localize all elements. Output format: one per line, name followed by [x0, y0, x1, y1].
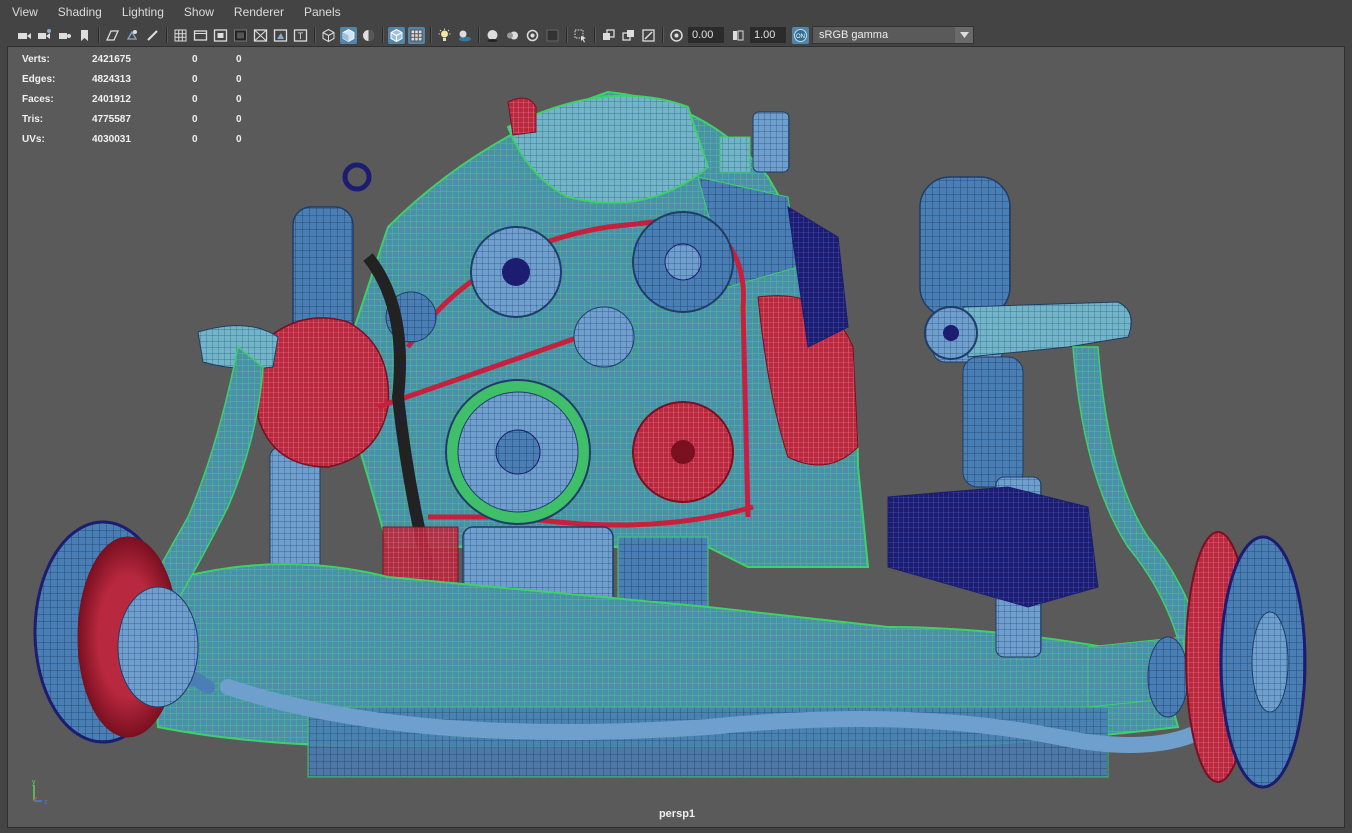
hud-value: 2401912 — [92, 93, 131, 105]
axis-z-label: z — [44, 799, 48, 806]
color-management-icon[interactable]: ON — [792, 26, 809, 44]
motion-blur-icon[interactable] — [504, 27, 521, 44]
toolbar-separator — [382, 27, 384, 43]
xray-icon[interactable] — [408, 26, 425, 44]
wireframe-on-shaded-icon[interactable] — [388, 26, 405, 44]
hud-row-uvs: UVs: 4030031 0 0 — [22, 129, 276, 149]
film-gate-icon[interactable] — [192, 27, 209, 44]
menu-panels[interactable]: Panels — [296, 0, 349, 24]
anti-aliasing-icon[interactable] — [524, 27, 541, 44]
hud-label: Verts: — [22, 53, 50, 65]
camera-bookmark-icon[interactable] — [56, 27, 73, 44]
depth-of-field-icon[interactable] — [544, 27, 561, 44]
persp-viewport[interactable]: Verts: 2421675 0 0 Edges: 4824313 0 0 Fa… — [7, 46, 1345, 828]
hud-row-edges: Edges: 4824313 0 0 — [22, 69, 276, 89]
hud-label: UVs: — [22, 133, 45, 145]
axis-y-label: y — [32, 779, 36, 786]
toolbar-separator — [478, 27, 480, 43]
svg-text:ON: ON — [796, 34, 805, 40]
camera-attributes-icon[interactable] — [36, 27, 53, 44]
hud-value: 4775587 — [92, 113, 131, 125]
safe-action-icon[interactable] — [272, 27, 289, 44]
menu-lighting[interactable]: Lighting — [114, 0, 172, 24]
ambient-occlusion-icon[interactable] — [484, 27, 501, 44]
isolate-select-icon[interactable] — [572, 27, 589, 44]
hud-value-selected: 0 — [192, 93, 198, 105]
lights-icon[interactable] — [436, 27, 453, 44]
hud-value: 2421675 — [92, 53, 131, 65]
gamma-icon[interactable] — [730, 27, 747, 44]
resolution-gate-icon[interactable] — [212, 27, 229, 44]
chevron-down-icon[interactable] — [955, 27, 973, 43]
gearbox — [887, 486, 1099, 608]
color-space-value: sRGB gamma — [819, 29, 889, 41]
toolbar-separator — [98, 27, 100, 43]
hud-value-selected-shown: 0 — [236, 73, 242, 85]
smooth-shade-icon[interactable] — [340, 26, 357, 44]
svg-text:T: T — [298, 31, 304, 41]
xray-active-icon[interactable] — [620, 27, 637, 44]
hud-value-selected-shown: 0 — [236, 133, 242, 145]
menu-view[interactable]: View — [4, 0, 46, 24]
maya-window: View Shading Lighting Show Renderer Pane… — [0, 0, 1352, 833]
safe-title-icon[interactable]: T — [292, 27, 309, 44]
grease-pencil-icon[interactable] — [144, 27, 161, 44]
panel-menubar: View Shading Lighting Show Renderer Pane… — [0, 0, 1352, 24]
hud-row-tris: Tris: 4775587 0 0 — [22, 109, 276, 129]
toolbar-separator — [594, 27, 596, 43]
hud-value-selected-shown: 0 — [236, 53, 242, 65]
field-chart-icon[interactable] — [252, 27, 269, 44]
toolbar-separator — [314, 27, 316, 43]
hud-row-faces: Faces: 2401912 0 0 — [22, 89, 276, 109]
shadows-icon[interactable] — [456, 27, 473, 44]
wireframe-icon[interactable] — [320, 27, 337, 44]
hud-label: Edges: — [22, 73, 56, 85]
hud-value: 4824313 — [92, 73, 131, 85]
toolbar-separator — [662, 27, 664, 43]
hud-value-selected: 0 — [192, 133, 198, 145]
hud-value-selected: 0 — [192, 73, 198, 85]
view-axis-icon: y z — [32, 779, 48, 806]
camera-icon[interactable] — [16, 27, 33, 44]
image-plane-icon[interactable] — [104, 27, 121, 44]
toolbar-separator — [430, 27, 432, 43]
panel-toolbar: T 0.00 1.00 ON sRGB gamma — [0, 24, 1352, 46]
hud-row-verts: Verts: 2421675 0 0 — [22, 49, 276, 69]
gate-mask-icon[interactable] — [232, 27, 249, 44]
menu-show[interactable]: Show — [176, 0, 222, 24]
hud-value-selected: 0 — [192, 53, 198, 65]
color-space-select[interactable]: sRGB gamma — [812, 26, 974, 44]
toolbar-separator — [566, 27, 568, 43]
toolbar-separator — [166, 27, 168, 43]
exposure-field[interactable]: 0.00 — [688, 27, 724, 43]
grid-icon[interactable] — [172, 27, 189, 44]
xray-joints-icon[interactable] — [600, 27, 617, 44]
right-brake-disc — [1185, 531, 1307, 789]
hud-label: Tris: — [22, 113, 44, 125]
hud-label: Faces: — [22, 93, 54, 105]
hud-value-selected-shown: 0 — [236, 113, 242, 125]
hud-value-selected-shown: 0 — [236, 93, 242, 105]
default-lighting-icon[interactable] — [360, 27, 377, 44]
engine-wireframe-scene — [33, 90, 1307, 789]
hud-value-selected: 0 — [192, 113, 198, 125]
menu-renderer[interactable]: Renderer — [226, 0, 292, 24]
backface-icon[interactable] — [640, 27, 657, 44]
2d-pan-zoom-icon[interactable] — [124, 27, 141, 44]
camera-name-label: persp1 — [658, 808, 696, 820]
hud-value: 4030031 — [92, 133, 131, 145]
gamma-field[interactable]: 1.00 — [750, 27, 786, 43]
poly-count-hud: Verts: 2421675 0 0 Edges: 4824313 0 0 Fa… — [22, 49, 276, 149]
bookmark-icon[interactable] — [76, 27, 93, 44]
menu-shading[interactable]: Shading — [50, 0, 110, 24]
exposure-icon[interactable] — [668, 27, 685, 44]
